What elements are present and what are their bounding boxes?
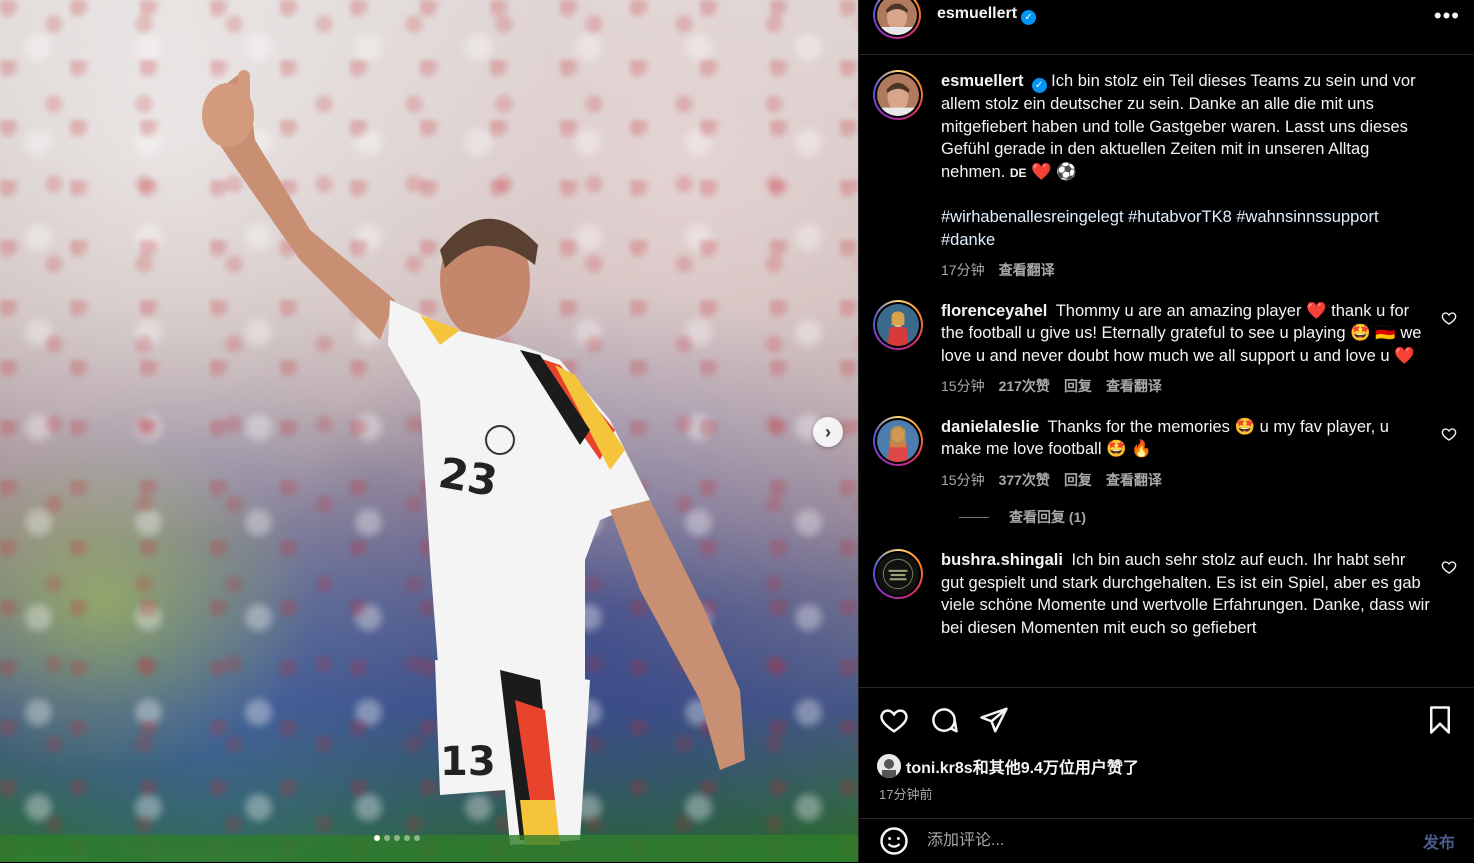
comment-like-icon[interactable] xyxy=(1441,310,1457,326)
comment-reply-button[interactable]: 回复 xyxy=(1064,469,1092,492)
post-header: esmuellert ✓ ••• xyxy=(859,0,1474,55)
comment-like-icon[interactable] xyxy=(1441,426,1457,442)
comment-item: florenceyahel Thommy u are an amazing pl… xyxy=(873,299,1457,398)
comment-meta: 15分钟 377次赞 回复 查看翻译 xyxy=(941,469,1431,492)
carousel-dot xyxy=(374,835,380,841)
commenter-avatar[interactable] xyxy=(873,549,923,599)
comment-meta: 15分钟 217次赞 回复 查看翻译 xyxy=(941,375,1431,398)
comment-likes[interactable]: 377次赞 xyxy=(999,469,1050,492)
caption-body: esmuellert ✓ Ich bin stolz ein Teil diese… xyxy=(941,70,1431,282)
carousel-indicator xyxy=(374,835,420,841)
comment-body: danielaleslie Thanks for the memories 🤩 … xyxy=(941,416,1431,492)
caption-translate-link[interactable]: 查看翻译 xyxy=(999,259,1055,282)
comment-reply-button[interactable]: 回复 xyxy=(1064,375,1092,398)
emoji-picker-icon[interactable] xyxy=(879,826,909,856)
commenter-avatar[interactable] xyxy=(873,299,923,350)
share-paper-plane-icon[interactable] xyxy=(979,705,1009,735)
comment-input[interactable] xyxy=(927,832,1423,850)
view-replies-label[interactable]: 查看回复 (1) xyxy=(1009,507,1086,527)
comment-time: 15分钟 xyxy=(941,378,985,394)
author-avatar[interactable] xyxy=(873,0,921,39)
caption-meta: 17分钟 查看翻译 xyxy=(941,259,1431,282)
caption-emojis: ❤️ ⚽ xyxy=(1031,162,1077,181)
comment-translate-link[interactable]: 查看翻译 xyxy=(1106,375,1162,398)
carousel-next-button[interactable]: › xyxy=(813,417,843,447)
player-thumbs-up-image: 23 13 xyxy=(0,70,858,862)
author-name-wrap: esmuellert ✓ xyxy=(937,5,1037,25)
comment-author[interactable]: danielaleslie xyxy=(941,418,1039,436)
author-avatar-image xyxy=(877,74,919,116)
caption-flag: DE xyxy=(1009,165,1027,180)
post-photo[interactable]: 23 13 › xyxy=(0,0,858,862)
caption-author[interactable]: esmuellert xyxy=(941,72,1024,90)
action-icons-bar xyxy=(859,688,1474,738)
commenter-avatar-image xyxy=(877,419,919,462)
comment-like-icon[interactable] xyxy=(1441,559,1457,575)
comments-list[interactable]: esmuellert ✓ Ich bin stolz ein Teil diese… xyxy=(859,56,1474,686)
post-detail-panel: esmuellert ✓ ••• esmuellert ✓ Ich bin stol… xyxy=(858,0,1474,862)
comment-item: bushra.shingali Ich bin auch sehr stolz … xyxy=(873,549,1457,639)
carousel-dot xyxy=(414,835,420,841)
comment-body: bushra.shingali Ich bin auch sehr stolz … xyxy=(941,549,1431,639)
verified-badge-icon: ✓ xyxy=(1021,10,1037,25)
comment-body: florenceyahel Thommy u are an amazing pl… xyxy=(941,300,1431,398)
author-username[interactable]: esmuellert xyxy=(937,5,1017,22)
comment-bubble-icon[interactable] xyxy=(929,705,959,735)
view-replies-button[interactable]: 查看回复 (1) xyxy=(959,507,1457,527)
likes-text[interactable]: toni.kr8s和其他9.4万位用户赞了 xyxy=(906,754,1139,778)
author-avatar[interactable] xyxy=(873,70,923,120)
add-comment-bar: 发布 xyxy=(859,818,1474,863)
carousel-dot xyxy=(394,835,400,841)
svg-text:13: 13 xyxy=(440,739,496,785)
carousel-dot xyxy=(384,835,390,841)
post-comment-button[interactable]: 发布 xyxy=(1423,829,1455,853)
like-heart-icon[interactable] xyxy=(879,705,909,735)
caption-hashtags[interactable]: #wirhabenallesreingelegt #hutabvorTK8 #w… xyxy=(941,206,1431,251)
comment-likes[interactable]: 217次赞 xyxy=(999,375,1050,398)
post-actions: toni.kr8s和其他9.4万位用户赞了 17分钟前 发布 xyxy=(859,687,1474,862)
bookmark-save-icon[interactable] xyxy=(1425,705,1455,735)
post-timestamp: 17分钟前 xyxy=(879,787,933,802)
more-options-icon[interactable]: ••• xyxy=(1434,3,1460,29)
commenter-avatar-image xyxy=(877,553,919,595)
author-avatar-image xyxy=(877,0,917,35)
commenter-avatar[interactable] xyxy=(873,415,923,466)
carousel-dot xyxy=(404,835,410,841)
post-caption: esmuellert ✓ Ich bin stolz ein Teil diese… xyxy=(873,70,1457,282)
comment-time: 15分钟 xyxy=(941,471,985,488)
liker-avatar[interactable] xyxy=(877,754,901,778)
comment-author[interactable]: florenceyahel xyxy=(941,302,1047,320)
commenter-avatar-image xyxy=(877,303,919,346)
replies-divider xyxy=(959,516,989,518)
likes-summary[interactable]: toni.kr8s和其他9.4万位用户赞了 xyxy=(859,754,1474,778)
svg-text:23: 23 xyxy=(435,448,501,506)
comment-item: danielaleslie Thanks for the memories 🤩 … xyxy=(873,415,1457,492)
comment-translate-link[interactable]: 查看翻译 xyxy=(1106,469,1162,492)
verified-badge-icon: ✓ xyxy=(1031,78,1047,93)
comment-author[interactable]: bushra.shingali xyxy=(941,551,1063,569)
caption-time: 17分钟 xyxy=(941,262,985,278)
